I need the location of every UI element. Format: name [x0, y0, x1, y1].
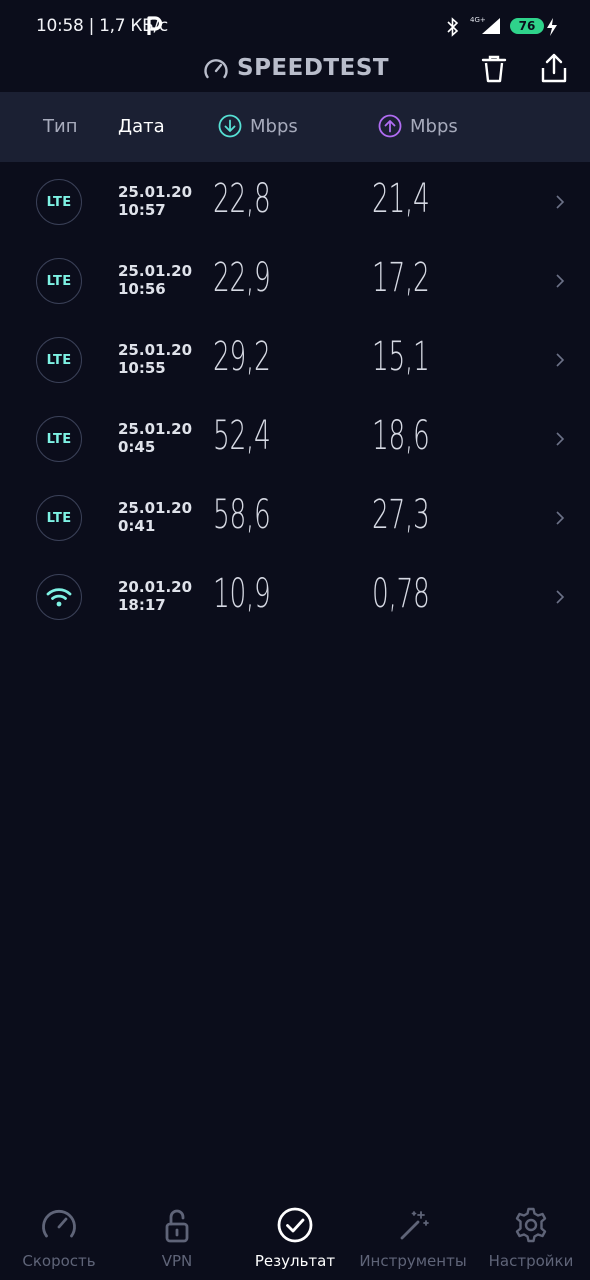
lte-label: LTE — [46, 194, 72, 210]
result-date: 25.01.20 — [118, 183, 193, 201]
bottom-navigation: Скорость VPN Результат Инструменты Настр… — [0, 1190, 590, 1280]
result-row[interactable]: LTE 25.01.20 0:41 58,6 27,3 — [0, 478, 590, 557]
lte-label: LTE — [46, 431, 72, 447]
result-datetime: 25.01.20 10:55 — [118, 341, 192, 377]
result-date: 20.01.20 — [118, 578, 193, 596]
download-speed: 22,9 — [213, 255, 271, 301]
result-time: 10:57 — [118, 201, 166, 219]
nav-vpn[interactable]: VPN — [118, 1190, 236, 1280]
result-datetime: 20.01.20 18:17 — [118, 578, 192, 614]
chevron-right-icon — [556, 511, 565, 525]
nav-vpn-label: VPN — [161, 1252, 193, 1270]
nav-settings[interactable]: Настройки — [472, 1190, 590, 1280]
app-title: SPEEDTEST — [237, 55, 390, 81]
share-icon[interactable] — [540, 52, 568, 84]
result-datetime: 25.01.20 0:41 — [118, 499, 192, 535]
results-table-header: Тип Дата Mbps Mbps — [0, 92, 590, 162]
sort-by-type[interactable]: Тип — [43, 116, 77, 137]
lte-label: LTE — [46, 352, 72, 368]
app-bar: SPEEDTEST — [0, 52, 590, 92]
charging-icon — [547, 18, 557, 36]
nav-results[interactable]: Результат — [236, 1190, 354, 1280]
result-time: 18:17 — [118, 596, 166, 614]
sort-by-upload[interactable]: Mbps — [378, 114, 458, 138]
connection-type-badge: LTE — [36, 337, 82, 383]
bluetooth-icon — [447, 17, 459, 37]
download-speed: 22,8 — [213, 176, 271, 222]
result-row[interactable]: LTE 25.01.20 10:55 29,2 15,1 — [0, 320, 590, 399]
status-bar: 10:58 | 1,7 КБ/с 4G+ 76 — [0, 0, 590, 54]
result-row[interactable]: LTE 25.01.20 10:56 22,9 17,2 — [0, 241, 590, 320]
result-datetime: 25.01.20 10:56 — [118, 262, 192, 298]
download-speed: 10,9 — [213, 571, 271, 617]
nav-speed-label: Скорость — [22, 1252, 96, 1270]
result-date: 25.01.20 — [118, 499, 193, 517]
download-unit-label: Mbps — [250, 115, 298, 137]
result-row[interactable]: LTE 25.01.20 0:45 52,4 18,6 — [0, 399, 590, 478]
lte-label: LTE — [46, 510, 72, 526]
nav-speed[interactable]: Скорость — [0, 1190, 118, 1280]
result-row[interactable]: 20.01.20 18:17 10,9 0,78 — [0, 557, 590, 636]
check-circle-icon — [277, 1207, 313, 1243]
upload-unit-label: Mbps — [410, 115, 458, 137]
upload-speed: 17,2 — [372, 255, 430, 301]
upload-speed: 0,78 — [372, 571, 430, 617]
chevron-right-icon — [556, 274, 565, 288]
unlocked-padlock-icon — [165, 1209, 189, 1243]
chevron-right-icon — [556, 432, 565, 446]
connection-type-badge: LTE — [36, 179, 82, 225]
sort-by-date[interactable]: Дата — [118, 116, 165, 137]
magic-wand-icon — [400, 1211, 429, 1240]
gauge-icon — [204, 59, 228, 79]
wifi-icon — [46, 588, 72, 607]
download-speed: 29,2 — [213, 334, 271, 380]
sort-by-download[interactable]: Mbps — [218, 114, 298, 138]
p-icon — [147, 16, 163, 35]
nav-settings-label: Настройки — [488, 1252, 574, 1270]
upload-speed: 15,1 — [372, 334, 430, 380]
connection-type-badge: LTE — [36, 258, 82, 304]
upload-arrow-icon — [378, 114, 402, 138]
nav-tools-label: Инструменты — [359, 1252, 467, 1270]
signal-icon — [482, 18, 500, 34]
gear-icon — [515, 1207, 547, 1243]
download-speed: 58,6 — [213, 492, 271, 538]
connection-type-badge: LTE — [36, 416, 82, 462]
download-speed: 52,4 — [213, 413, 271, 459]
upload-speed: 27,3 — [372, 492, 430, 538]
download-arrow-icon — [218, 114, 242, 138]
chevron-right-icon — [556, 195, 565, 209]
connection-type-badge — [36, 574, 82, 620]
result-date: 25.01.20 — [118, 262, 193, 280]
upload-speed: 21,4 — [372, 176, 430, 222]
chevron-right-icon — [556, 353, 565, 367]
result-time: 0:41 — [118, 517, 156, 535]
result-time: 10:55 — [118, 359, 166, 377]
result-time: 0:45 — [118, 438, 156, 456]
lte-label: LTE — [46, 273, 72, 289]
result-datetime: 25.01.20 10:57 — [118, 183, 192, 219]
upload-speed: 18,6 — [372, 413, 430, 459]
result-date: 25.01.20 — [118, 341, 193, 359]
nav-results-label: Результат — [254, 1252, 336, 1270]
battery-indicator: 76 — [510, 18, 544, 34]
result-datetime: 25.01.20 0:45 — [118, 420, 192, 456]
chevron-right-icon — [556, 590, 565, 604]
result-time: 10:56 — [118, 280, 166, 298]
result-date: 25.01.20 — [118, 420, 193, 438]
result-row[interactable]: LTE 25.01.20 10:57 22,8 21,4 — [0, 162, 590, 241]
nav-tools[interactable]: Инструменты — [354, 1190, 472, 1280]
trash-icon[interactable] — [480, 54, 508, 84]
connection-type-badge: LTE — [36, 495, 82, 541]
gauge-icon — [42, 1210, 76, 1238]
